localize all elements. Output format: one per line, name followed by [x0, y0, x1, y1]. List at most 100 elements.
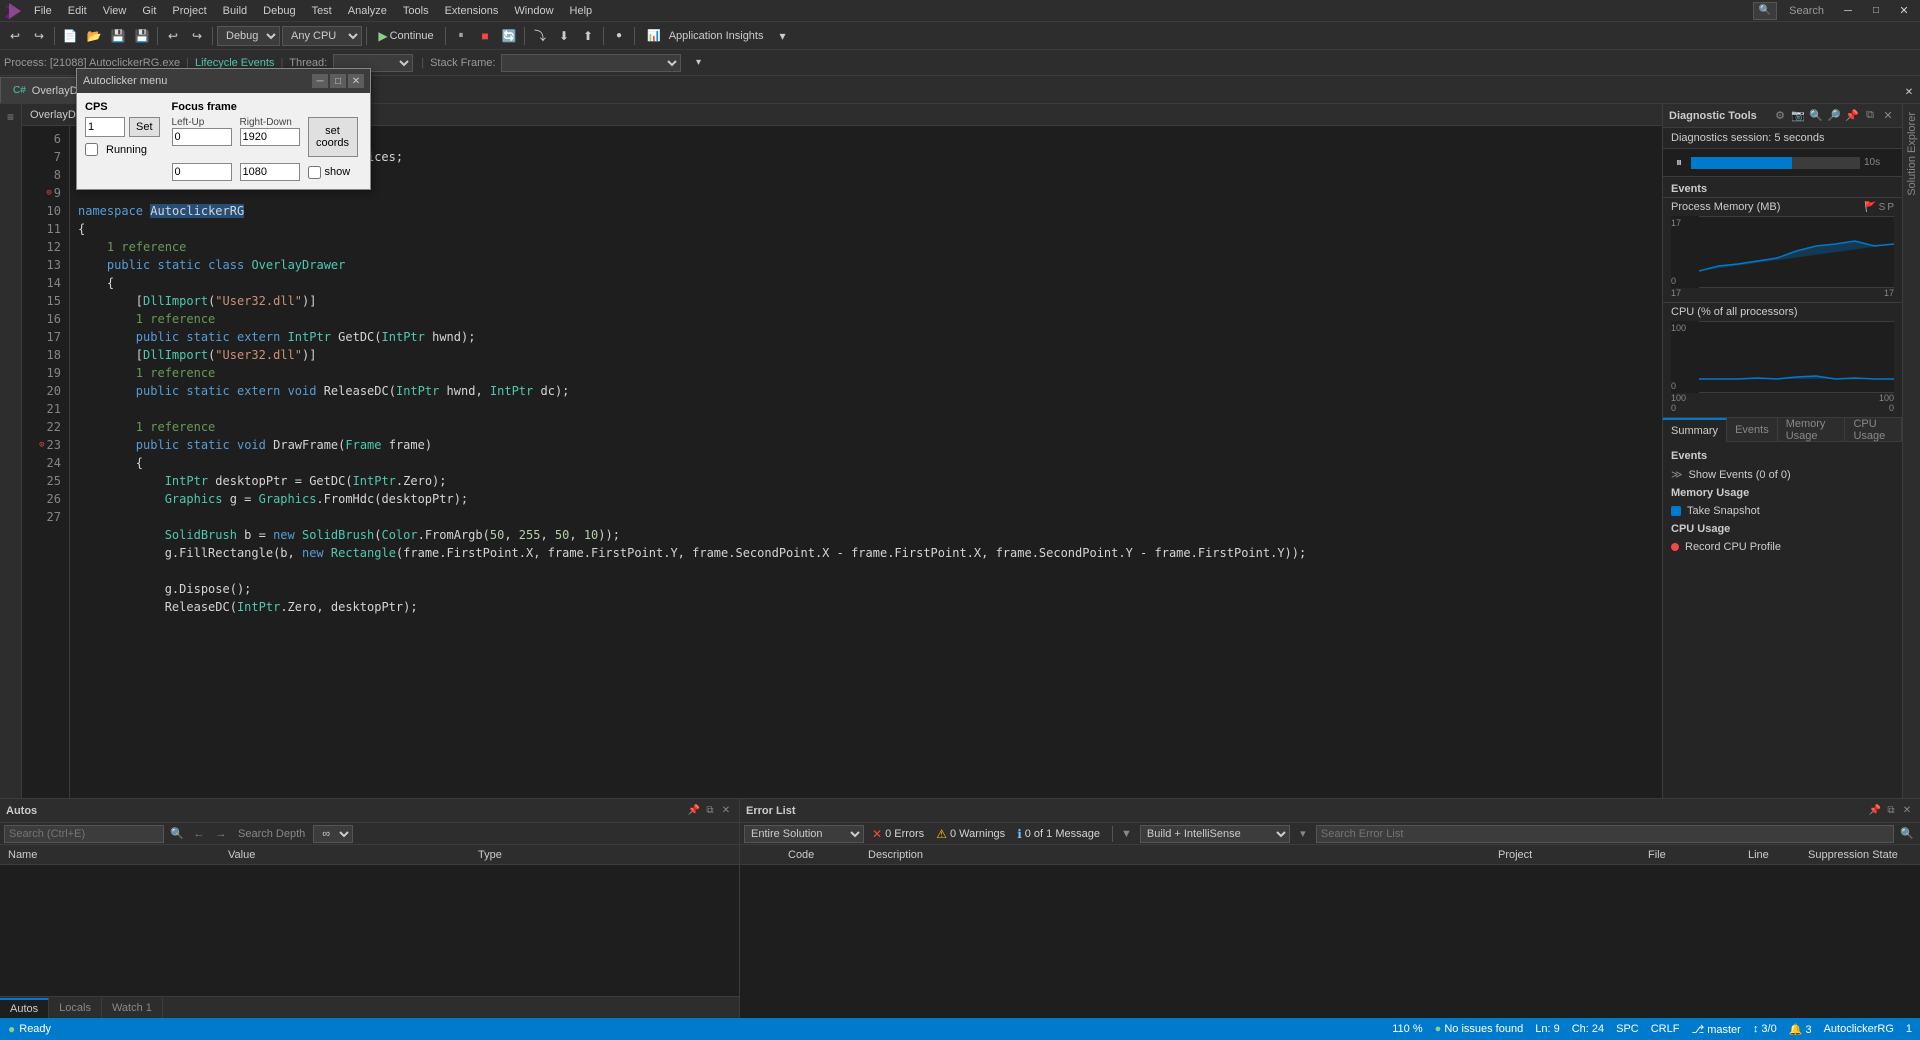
- show-checkbox[interactable]: [308, 166, 321, 179]
- fwd-btn[interactable]: ↪: [28, 25, 50, 47]
- diag-take-snapshot-item[interactable]: Take Snapshot: [1663, 503, 1902, 519]
- notifications-bell[interactable]: 🔔 3: [1789, 1023, 1812, 1036]
- lifecycle-events-link[interactable]: Lifecycle Events: [195, 57, 274, 69]
- menu-debug[interactable]: Debug: [255, 3, 303, 19]
- step-out-btn[interactable]: ⬆: [577, 25, 599, 47]
- autos-float-btn[interactable]: ⧉: [703, 804, 717, 818]
- diag-pause-btn[interactable]: ⏸: [1671, 155, 1687, 171]
- stack-frame-dropdown-btn[interactable]: ▾: [687, 52, 709, 74]
- error-pin-btn[interactable]: 📌: [1868, 804, 1882, 818]
- undo-btn[interactable]: ↩: [162, 25, 184, 47]
- timeline-bar[interactable]: [1691, 157, 1860, 169]
- save-btn[interactable]: 💾: [107, 25, 129, 47]
- dialog-close-btn[interactable]: ✕: [348, 74, 364, 88]
- app-insights-dropdown-btn[interactable]: ▾: [771, 25, 793, 47]
- autos-search-input[interactable]: [4, 825, 164, 843]
- diag-camera-btn[interactable]: 📷: [1790, 108, 1806, 124]
- diag-record-cpu-item[interactable]: Record CPU Profile: [1663, 539, 1902, 555]
- back-btn[interactable]: ↩: [4, 25, 26, 47]
- platform-dropdown[interactable]: Any CPU: [282, 26, 362, 46]
- menu-extensions[interactable]: Extensions: [437, 3, 507, 19]
- autos-pin-btn[interactable]: 📌: [687, 804, 701, 818]
- continue-btn[interactable]: ▶ Continue: [371, 25, 441, 47]
- redo-btn[interactable]: ↪: [186, 25, 208, 47]
- restart-btn[interactable]: 🔄: [498, 25, 520, 47]
- menu-edit[interactable]: Edit: [60, 3, 95, 19]
- autos-col-name: Name: [4, 849, 224, 861]
- menu-file[interactable]: File: [26, 3, 60, 19]
- diag-zoom-out-btn[interactable]: 🔎: [1826, 108, 1842, 124]
- breakpoints-btn[interactable]: ●: [608, 25, 630, 47]
- autos-tab-locals[interactable]: Locals: [49, 998, 102, 1018]
- bottom-input[interactable]: [240, 163, 300, 181]
- autos-back-btn[interactable]: ←: [190, 825, 208, 843]
- autos-fwd-btn[interactable]: →: [212, 825, 230, 843]
- top-input[interactable]: [172, 163, 232, 181]
- menu-git[interactable]: Git: [134, 3, 164, 19]
- debug-mode-dropdown[interactable]: Debug: [217, 26, 280, 46]
- left-sidebar-icon-1[interactable]: ≡: [2, 108, 20, 126]
- diag-tab-cpu-usage[interactable]: CPU Usage: [1845, 418, 1902, 442]
- dialog-maximize-btn[interactable]: □: [330, 74, 346, 88]
- autos-tab-watch1[interactable]: Watch 1: [102, 998, 163, 1018]
- error-close-btn[interactable]: ✕: [1900, 804, 1914, 818]
- stack-frame-dropdown[interactable]: [501, 54, 681, 72]
- show-checkbox-row: show: [308, 166, 351, 179]
- autos-search-btn[interactable]: 🔍: [168, 825, 186, 843]
- right-input[interactable]: [240, 128, 300, 146]
- error-float-btn[interactable]: ⧉: [1884, 804, 1898, 818]
- set-coords-btn[interactable]: set coords: [308, 117, 358, 157]
- error-col-code: Code: [780, 849, 860, 861]
- menu-project[interactable]: Project: [164, 3, 214, 19]
- new-file-btn[interactable]: 📄: [59, 25, 81, 47]
- menu-help[interactable]: Help: [562, 3, 601, 19]
- close-all-tabs-btn[interactable]: ✕: [1898, 81, 1920, 103]
- error-badge-errors[interactable]: ✕ 0 Errors: [868, 827, 928, 841]
- running-checkbox[interactable]: [85, 143, 98, 156]
- restore-btn[interactable]: □: [1864, 2, 1888, 20]
- git-branch[interactable]: ⎇ master: [1691, 1023, 1740, 1036]
- diag-tab-events[interactable]: Events: [1727, 418, 1778, 442]
- step-into-btn[interactable]: ⬇: [553, 25, 575, 47]
- minimize-btn[interactable]: ─: [1836, 2, 1860, 20]
- menu-build[interactable]: Build: [215, 3, 255, 19]
- search-toolbar-input[interactable]: 🔍: [1753, 2, 1777, 20]
- stop-btn[interactable]: ■: [474, 25, 496, 47]
- diag-close-btn[interactable]: ✕: [1880, 108, 1896, 124]
- error-build-dropdown-btn[interactable]: ▾: [1294, 825, 1312, 843]
- menu-tools[interactable]: Tools: [395, 3, 437, 19]
- diag-float-btn[interactable]: ⧉: [1862, 108, 1878, 124]
- attach-btn[interactable]: ⏸: [450, 25, 472, 47]
- diag-zoom-in-btn[interactable]: 🔍: [1808, 108, 1824, 124]
- save-all-btn[interactable]: 💾: [131, 25, 153, 47]
- error-badge-messages[interactable]: ℹ 0 of 1 Message: [1013, 827, 1104, 841]
- error-search-input[interactable]: [1316, 825, 1894, 843]
- open-btn[interactable]: 📂: [83, 25, 105, 47]
- search-depth-select[interactable]: ∞: [313, 825, 353, 843]
- diag-pin-btn[interactable]: 📌: [1844, 108, 1860, 124]
- error-build-dropdown[interactable]: Build + IntelliSense: [1140, 825, 1290, 843]
- cpu-grid-top: [1699, 321, 1894, 322]
- dialog-minimize-btn[interactable]: ─: [312, 74, 328, 88]
- close-btn[interactable]: ✕: [1892, 2, 1916, 20]
- menu-test[interactable]: Test: [304, 3, 340, 19]
- menu-view[interactable]: View: [95, 3, 135, 19]
- git-changes[interactable]: ↕ 3/0: [1753, 1023, 1777, 1036]
- menu-window[interactable]: Window: [506, 3, 561, 19]
- step-over-btn[interactable]: ⤵: [529, 25, 551, 47]
- error-scope-dropdown[interactable]: Entire Solution: [744, 825, 864, 843]
- error-search-btn[interactable]: 🔍: [1898, 825, 1916, 843]
- left-input[interactable]: [172, 128, 232, 146]
- cps-input[interactable]: [85, 117, 125, 137]
- autos-tab-autos[interactable]: Autos: [0, 998, 49, 1018]
- diag-tab-memory-usage[interactable]: Memory Usage: [1778, 418, 1846, 442]
- dialog-controls: ─ □ ✕: [312, 74, 364, 88]
- autos-close-btn[interactable]: ✕: [719, 804, 733, 818]
- menu-analyze[interactable]: Analyze: [340, 3, 395, 19]
- error-badge-warnings[interactable]: ⚠ 0 Warnings: [932, 827, 1009, 841]
- diag-show-events-item[interactable]: ≫ Show Events (0 of 0): [1663, 466, 1902, 483]
- error-col-description: Description: [860, 849, 1490, 861]
- diag-tab-summary[interactable]: Summary: [1663, 418, 1727, 442]
- cps-set-btn[interactable]: Set: [129, 117, 160, 137]
- diag-settings-btn[interactable]: ⚙: [1772, 108, 1788, 124]
